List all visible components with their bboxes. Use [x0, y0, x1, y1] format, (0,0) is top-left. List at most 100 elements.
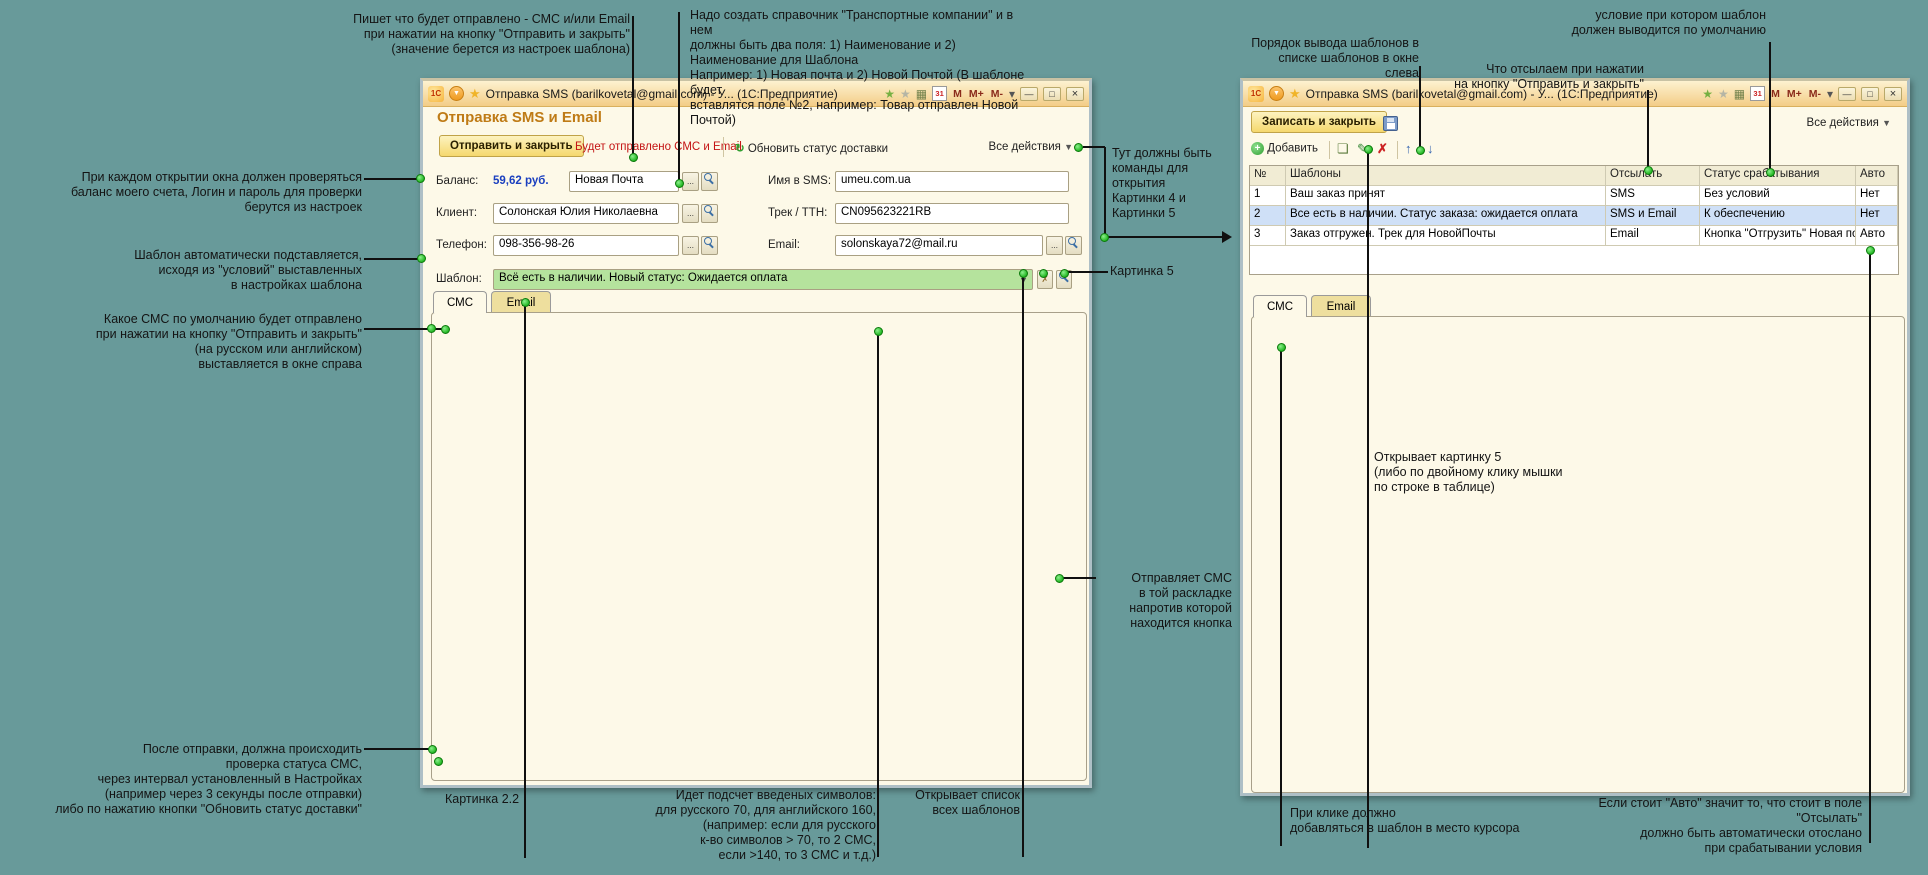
delete-item-button[interactable]: ✗ — [1377, 141, 1388, 157]
sms-tab-pane — [431, 312, 1087, 781]
table-row-selected[interactable]: 2 Все есть в наличии. Статус заказа: ожи… — [1250, 206, 1898, 226]
memory-m-plus-button[interactable]: M+ — [1786, 88, 1803, 100]
memory-m-minus-button[interactable]: M- — [1808, 88, 1822, 100]
search-icon — [1068, 237, 1079, 248]
arrow-down-icon: ↓ — [1427, 141, 1434, 156]
search-icon — [704, 237, 715, 248]
close-button[interactable]: × — [1884, 87, 1902, 101]
client-search-button[interactable] — [701, 204, 718, 223]
connector-line — [364, 748, 432, 750]
balance-value: 59,62 руб. — [493, 175, 549, 187]
transport-company-combo[interactable]: Новая Почта — [569, 171, 679, 192]
star-gray-icon[interactable]: ★ — [1718, 86, 1729, 102]
annotation-opens-list: Открывает список всех шаблонов — [898, 788, 1020, 818]
refresh-delivery-status-button[interactable]: ↻ Обновить статус доставки — [735, 141, 888, 155]
track-input[interactable]: CN095623221RB — [835, 203, 1069, 224]
balance-label: Баланс: — [436, 175, 478, 187]
green-dot-marker — [428, 745, 437, 754]
green-dot-marker — [874, 327, 883, 336]
add-favorite-icon[interactable]: ★ — [1702, 86, 1713, 102]
calculator-icon[interactable]: ▦ — [1734, 86, 1745, 102]
sms-name-input[interactable]: umeu.com.ua — [835, 171, 1069, 192]
annotation-auto-send: Если стоит "Авто" значит то, что стоит в… — [1590, 796, 1862, 856]
system-menu-icon[interactable]: ▼ — [1269, 86, 1284, 101]
annotation-opens-picture5: Открывает картинку 5 (либо по двойному к… — [1374, 450, 1614, 495]
search-icon — [704, 173, 715, 184]
client-select-button[interactable]: ... — [682, 204, 699, 223]
col-auto: Авто — [1856, 166, 1898, 186]
maximize-button[interactable]: □ — [1861, 87, 1879, 101]
table-row[interactable]: 3 Заказ отгружен. Трек для НовойПочты Em… — [1250, 226, 1898, 246]
phone-search-button[interactable] — [701, 236, 718, 255]
col-condition[interactable]: Статус срабатывания — [1700, 166, 1856, 186]
minimize-button[interactable]: — — [1838, 87, 1856, 101]
calendar-icon[interactable]: 31 — [1750, 86, 1765, 101]
toolbar-separator — [723, 137, 724, 157]
transport-select-button[interactable]: ... — [682, 172, 699, 191]
green-dot-marker — [1100, 233, 1109, 242]
col-send[interactable]: Отсылать — [1606, 166, 1700, 186]
connector-line — [1063, 577, 1096, 579]
table-row[interactable]: 1 Ваш заказ принят SMS Без условий Нет — [1250, 186, 1898, 206]
move-down-button[interactable]: ↓ — [1427, 141, 1434, 156]
maximize-button[interactable]: □ — [1043, 87, 1061, 101]
connector-line — [1647, 90, 1649, 170]
annotation-status-check: После отправки, должна происходить прове… — [36, 742, 362, 817]
search-icon — [704, 205, 715, 216]
will-send-status-text: Будет отправлено СМС и Email — [575, 141, 742, 153]
transport-search-button[interactable] — [701, 172, 718, 191]
save-button[interactable] — [1383, 115, 1398, 133]
annotation-click-insert: При клике должно добавляться в шаблон в … — [1290, 806, 1570, 836]
connector-line — [1068, 271, 1108, 273]
annotation-will-send: Пишет что будет отправлено - СМС и/или E… — [296, 12, 630, 57]
sms-tab-pane — [1251, 316, 1905, 793]
connector-line — [524, 304, 526, 858]
green-dot-marker — [417, 254, 426, 263]
add-icon: + — [1251, 142, 1264, 155]
chevron-down-icon: ▼ — [1882, 118, 1891, 128]
connector-line — [1419, 66, 1421, 148]
move-up-button[interactable]: ↑ — [1405, 141, 1412, 156]
green-dot-marker — [1364, 145, 1373, 154]
client-label: Клиент: — [436, 207, 477, 219]
all-actions-button[interactable]: Все действия ▼ — [1807, 117, 1891, 129]
green-dot-marker — [1060, 269, 1069, 278]
send-and-close-button[interactable]: Отправить и закрыть — [439, 135, 584, 157]
system-menu-icon[interactable]: ▼ — [449, 86, 464, 101]
phone-select-button[interactable]: ... — [682, 236, 699, 255]
tab-sms[interactable]: СМС — [433, 291, 487, 313]
green-dot-marker — [441, 325, 450, 334]
email-select-button[interactable]: ... — [1046, 236, 1063, 255]
template-combo[interactable]: Всё есть в наличии. Новый статус: Ожидае… — [493, 269, 1033, 290]
email-label: Email: — [768, 239, 800, 251]
chevron-down-icon: ▼ — [1064, 142, 1073, 152]
connector-line — [1769, 42, 1771, 170]
annotation-default-sms: Какое СМС по умолчанию будет отправлено … — [58, 312, 362, 372]
save-and-close-button[interactable]: Записать и закрыть — [1251, 111, 1387, 133]
annotation-char-count: Идет подсчет введеных символов: для русс… — [600, 788, 876, 863]
toolbar-separator — [1329, 141, 1330, 159]
email-search-button[interactable] — [1065, 236, 1082, 255]
green-dot-marker — [1866, 246, 1875, 255]
green-dot-marker — [434, 757, 443, 766]
favorites-star-icon[interactable]: ★ — [469, 86, 481, 102]
green-dot-marker — [427, 324, 436, 333]
all-actions-button[interactable]: Все действия ▼ — [989, 141, 1073, 153]
chevron-down-icon[interactable]: ▾ — [1827, 86, 1833, 102]
favorites-star-icon[interactable]: ★ — [1289, 86, 1301, 102]
add-button[interactable]: + Добавить — [1251, 142, 1318, 155]
annotation-template-auto: Шаблон автоматически подставляется, исхо… — [100, 248, 362, 293]
copy-item-button[interactable]: ❏ — [1337, 141, 1349, 157]
tab-email[interactable]: Email — [1311, 295, 1371, 317]
client-input[interactable]: Солонская Юлия Николаевна — [493, 203, 679, 224]
tab-sms[interactable]: СМС — [1253, 295, 1307, 317]
annotation-picture5: Картинка 5 — [1110, 264, 1210, 279]
annotation-picture22: Картинка 2.2 — [445, 792, 525, 807]
arrowhead-right — [1222, 231, 1232, 243]
green-dot-marker — [1416, 146, 1425, 155]
memory-m-button[interactable]: M — [1770, 88, 1781, 100]
email-input[interactable]: solonskaya72@mail.ru — [835, 235, 1043, 256]
close-button[interactable]: × — [1066, 87, 1084, 101]
connector-line — [877, 333, 879, 857]
phone-input[interactable]: 098-356-98-26 — [493, 235, 679, 256]
